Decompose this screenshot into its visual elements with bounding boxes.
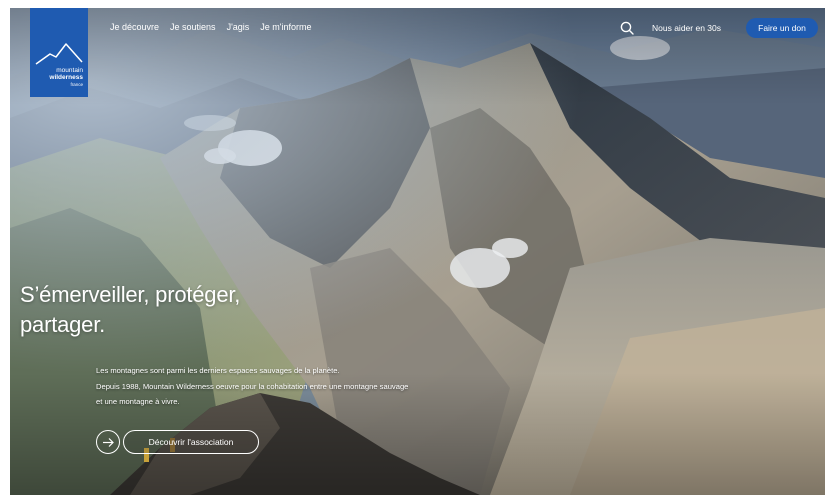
search-icon[interactable] bbox=[620, 21, 634, 35]
logo-text-line2: wilderness bbox=[49, 74, 83, 81]
logo-text-line3: france bbox=[70, 82, 83, 87]
discover-association-button[interactable]: Découvrir l'association bbox=[123, 430, 259, 454]
mountain-wilderness-logo[interactable]: mountain wilderness france bbox=[30, 8, 88, 97]
hero-section: mountain wilderness france Je découvre J… bbox=[10, 8, 825, 495]
main-nav: Je découvre Je soutiens J'agis Je m'info… bbox=[110, 22, 312, 32]
mountain-hero-image bbox=[10, 8, 825, 495]
page: mountain wilderness france Je découvre J… bbox=[0, 0, 826, 495]
donate-button[interactable]: Faire un don bbox=[746, 18, 818, 38]
intro-line: Les montagnes sont parmi les derniers es… bbox=[96, 366, 340, 375]
nav-item-je-m-informe[interactable]: Je m'informe bbox=[260, 22, 311, 32]
hero-headline: S’émerveiller, protéger, partager. bbox=[20, 280, 240, 340]
intro-line: et une montagne à vivre. bbox=[96, 397, 180, 406]
hero-headline-line2: partager. bbox=[20, 312, 106, 337]
intro-line: Depuis 1988, Mountain Wilderness oeuvre … bbox=[96, 381, 409, 391]
nav-item-j-agis[interactable]: J'agis bbox=[227, 22, 250, 32]
hero-headline-line1: S’émerveiller, protéger, bbox=[20, 282, 241, 307]
nav-item-je-decouvre[interactable]: Je découvre bbox=[110, 22, 159, 32]
arrow-right-icon bbox=[103, 438, 114, 447]
nav-item-je-soutiens[interactable]: Je soutiens bbox=[170, 22, 216, 32]
hero-intro-text: Les montagnes sont parmi les derniers es… bbox=[96, 363, 408, 410]
help-in-30s-link[interactable]: Nous aider en 30s bbox=[652, 23, 721, 33]
mountain-peak-icon bbox=[35, 43, 83, 65]
arrow-button[interactable] bbox=[96, 430, 120, 454]
